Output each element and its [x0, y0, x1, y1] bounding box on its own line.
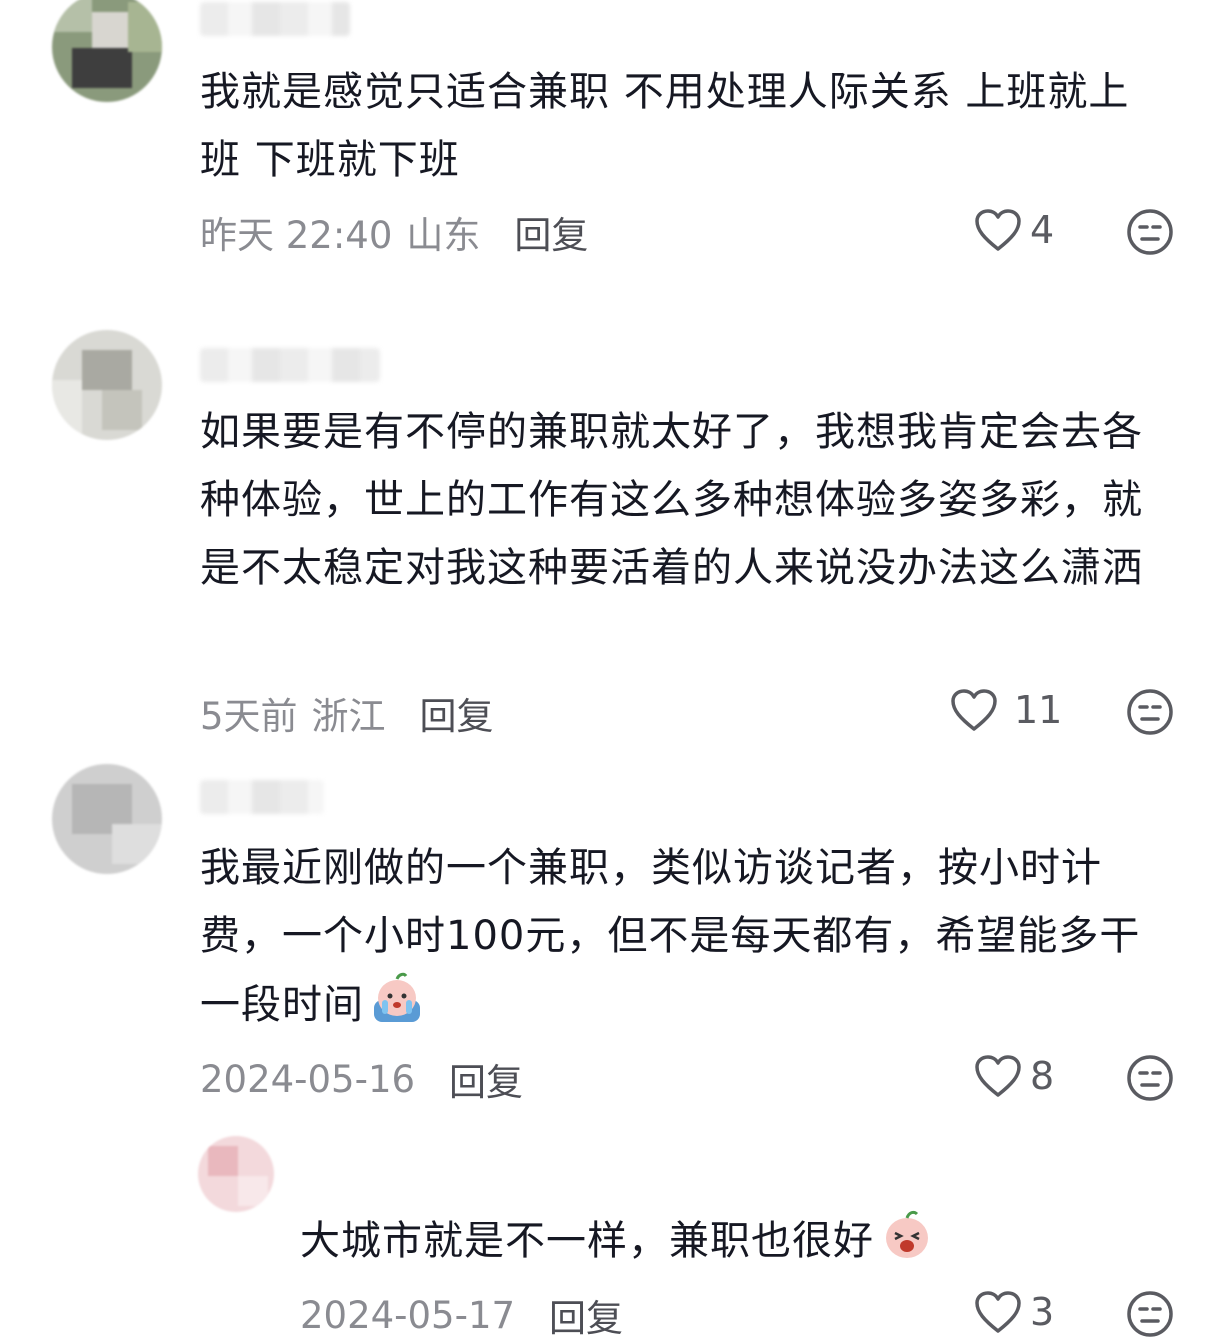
dislike-button[interactable]	[1126, 208, 1174, 260]
avatar[interactable]	[198, 1136, 274, 1212]
like-button[interactable]: 8	[974, 1054, 1054, 1098]
avatar[interactable]	[52, 764, 162, 874]
shocked-peach-emoji	[878, 1206, 936, 1285]
comment-time: 5天前	[200, 695, 298, 738]
comment-text: 我最近刚做的一个兼职，类似访谈记者，按小时计费，一个小时100元，但不是每天都有…	[200, 834, 1180, 1049]
reply-button[interactable]: 回复	[514, 205, 588, 259]
comment-time: 2024-05-17	[300, 1293, 516, 1337]
like-count: 8	[1030, 1054, 1055, 1098]
dislike-button[interactable]	[1126, 1054, 1174, 1106]
neutral-face-icon	[1127, 689, 1173, 735]
comment-text-body: 大城市就是不一样，兼职也很好	[300, 1218, 874, 1264]
like-button[interactable]: 3	[974, 1290, 1054, 1334]
comment-meta: 5天前 浙江 回复	[200, 686, 494, 740]
comment-text: 大城市就是不一样，兼职也很好	[300, 1206, 1180, 1285]
comment-location: 山东	[406, 214, 481, 257]
like-count: 11	[1014, 688, 1063, 732]
dislike-button[interactable]	[1126, 1290, 1174, 1342]
comment-text-body: 我最近刚做的一个兼职，类似访谈记者，按小时计费，一个小时100元，但不是每天都有…	[200, 845, 1141, 1028]
username-blurred[interactable]	[200, 780, 324, 814]
like-count: 4	[1030, 208, 1055, 252]
reply-button[interactable]: 回复	[420, 686, 494, 740]
heart-outline-icon	[975, 209, 1021, 251]
reply-button[interactable]: 回复	[549, 1288, 623, 1342]
username-blurred[interactable]	[200, 348, 380, 382]
dislike-button[interactable]	[1126, 688, 1174, 740]
heart-outline-icon	[975, 1055, 1021, 1097]
comment-time: 昨天 22:40	[200, 214, 393, 257]
crying-peach-emoji	[368, 970, 426, 1049]
username-blurred[interactable]	[200, 2, 350, 36]
avatar[interactable]	[52, 330, 162, 440]
reply-button[interactable]: 回复	[449, 1052, 523, 1106]
comment-text: 如果要是有不停的兼职就太好了，我想我肯定会去各种体验，世上的工作有这么多种想体验…	[200, 409, 1143, 591]
comment-text: 我就是感觉只适合兼职 不用处理人际关系 上班就上班 下班就下班	[200, 69, 1130, 183]
comment-time: 2024-05-16	[200, 1057, 416, 1101]
neutral-face-icon	[1127, 1291, 1173, 1337]
like-button[interactable]: 11	[950, 688, 1062, 732]
comment-location: 浙江	[311, 695, 386, 738]
avatar[interactable]	[52, 0, 162, 102]
neutral-face-icon	[1127, 1055, 1173, 1101]
neutral-face-icon	[1127, 209, 1173, 255]
comment-meta: 2024-05-17 回复	[300, 1288, 623, 1342]
heart-outline-icon	[975, 1291, 1021, 1333]
like-button[interactable]: 4	[974, 208, 1054, 252]
heart-outline-icon	[951, 689, 997, 731]
like-count: 3	[1030, 1290, 1055, 1334]
comment-meta: 昨天 22:40 山东 回复	[200, 205, 588, 259]
comment-meta: 2024-05-16 回复	[200, 1052, 523, 1106]
